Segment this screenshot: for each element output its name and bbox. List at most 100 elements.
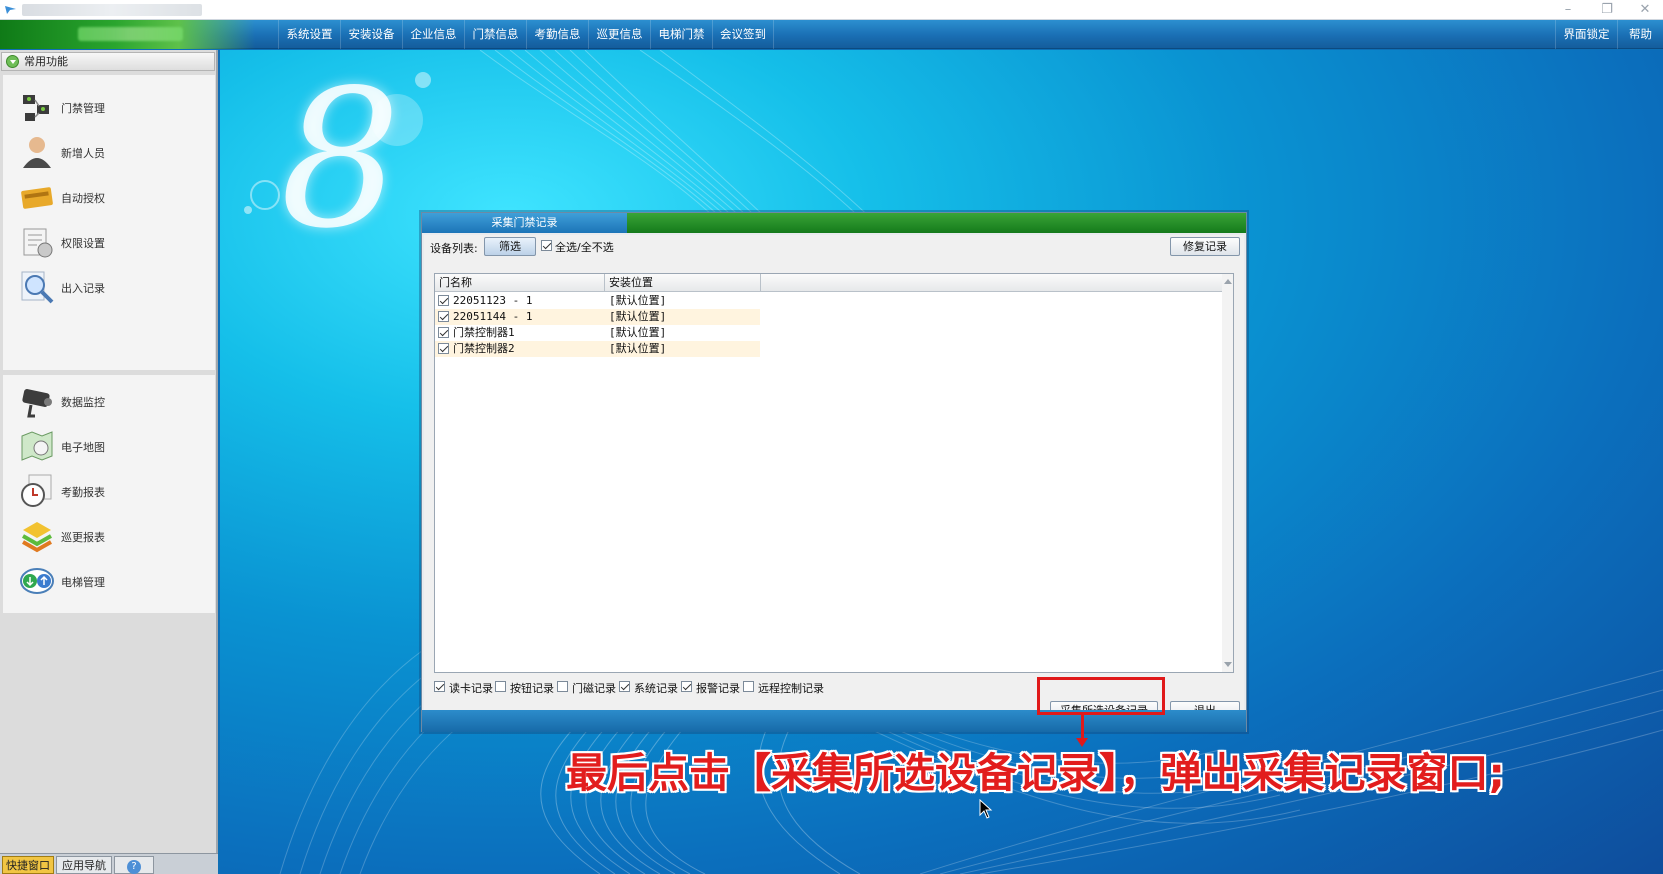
clock-icon — [21, 474, 52, 507]
sidebar-item-monitor[interactable]: 数据监控 — [13, 381, 203, 421]
table-row[interactable]: 22051144 - 1 [默认位置] — [435, 309, 760, 325]
select-all-label: 全选/全不选 — [555, 241, 614, 254]
maximize-button[interactable]: ❐ — [1592, 1, 1622, 19]
record-type-alarm-checkbox[interactable] — [681, 681, 692, 692]
sidebar-label: 考勤报表 — [61, 486, 105, 499]
record-type-remote-checkbox[interactable] — [743, 681, 754, 692]
select-all-checkbox[interactable] — [541, 240, 552, 251]
filter-button[interactable]: 筛选 — [484, 237, 536, 256]
row-door-name: 22051144 - 1 — [453, 310, 533, 323]
sidebar-item-e-map[interactable]: 电子地图 — [13, 426, 203, 466]
elevator-icon — [20, 568, 54, 594]
dialog-body: 设备列表: 筛选 全选/全不选 修复记录 门名称 安装位置 22051123 -… — [424, 235, 1244, 720]
record-type-card-label: 读卡记录 — [449, 682, 493, 695]
mouse-cursor-icon — [979, 799, 993, 819]
column-install-location[interactable]: 安装位置 — [605, 274, 761, 292]
close-button[interactable]: ✕ — [1630, 1, 1660, 19]
row-checkbox[interactable] — [438, 311, 449, 322]
sidebar-label: 门禁管理 — [61, 102, 105, 115]
permission-icon — [23, 228, 53, 258]
sidebar-label: 数据监控 — [61, 396, 105, 409]
tab-help[interactable]: ? — [114, 856, 154, 874]
menu-attendance-info[interactable]: 考勤信息 — [526, 20, 588, 49]
brand-logo-blurred — [78, 27, 183, 41]
sidebar-item-access-records[interactable]: 出入记录 — [13, 267, 203, 307]
device-list-label: 设备列表: — [430, 242, 478, 255]
sidebar-item-add-person[interactable]: 新增人员 — [13, 132, 203, 172]
minimize-button[interactable]: – — [1553, 1, 1583, 19]
repair-records-button[interactable]: 修复记录 — [1170, 237, 1240, 256]
record-type-door-sensor-label: 门磁记录 — [572, 682, 616, 695]
sidebar-item-patrol-report[interactable]: 巡更报表 — [13, 516, 203, 556]
row-checkbox[interactable] — [438, 295, 449, 306]
device-list-header: 门名称 安装位置 — [435, 274, 1223, 292]
menu-meeting-signin[interactable]: 会议签到 — [712, 20, 774, 49]
row-location: [默认位置] — [609, 294, 667, 307]
window-title-blurred — [22, 4, 202, 16]
menu-bar: 系统设置 安装设备 企业信息 门禁信息 考勤信息 巡更信息 电梯门禁 会议签到 … — [0, 20, 1663, 49]
title-bar: – ❐ ✕ — [0, 0, 1663, 20]
scroll-down-icon[interactable] — [1224, 662, 1232, 667]
card-icon — [21, 187, 53, 209]
record-type-card-checkbox[interactable] — [434, 681, 445, 692]
record-type-system-checkbox[interactable] — [619, 681, 630, 692]
row-door-name: 门禁控制器1 — [453, 326, 515, 339]
sidebar-label: 巡更报表 — [61, 531, 105, 544]
camera-icon — [22, 389, 52, 418]
row-door-name: 门禁控制器2 — [453, 342, 515, 355]
collapse-toggle-icon[interactable] — [6, 55, 19, 68]
sidebar-item-permission[interactable]: 权限设置 — [13, 222, 203, 262]
highlight-box — [1037, 677, 1165, 715]
menu-install-device[interactable]: 安装设备 — [340, 20, 402, 49]
sidebar-label: 电梯管理 — [61, 576, 105, 589]
column-door-name[interactable]: 门名称 — [435, 274, 605, 292]
menu-system-settings[interactable]: 系统设置 — [278, 20, 340, 49]
record-type-remote-label: 远程控制记录 — [758, 682, 824, 695]
record-type-alarm-label: 报警记录 — [696, 682, 740, 695]
sidebar-item-attendance-report[interactable]: 考勤报表 — [13, 471, 203, 511]
table-row[interactable]: 门禁控制器2 [默认位置] — [435, 341, 760, 357]
sidebar: 常用功能 门禁管理 新增人员 自动授权 权限设置 出入记录 数据监控 电子地图 … — [0, 50, 218, 853]
record-type-button-label: 按钮记录 — [510, 682, 554, 695]
menu-lock-screen[interactable]: 界面锁定 — [1555, 20, 1617, 49]
app-icon — [5, 6, 16, 14]
menu-access-info[interactable]: 门禁信息 — [464, 20, 526, 49]
door-access-icon — [23, 95, 49, 121]
scroll-up-icon[interactable] — [1224, 279, 1232, 284]
table-row[interactable]: 门禁控制器1 [默认位置] — [435, 325, 760, 341]
menu-elevator-access[interactable]: 电梯门禁 — [650, 20, 712, 49]
sidebar-group-reports: 数据监控 电子地图 考勤报表 巡更报表 电梯管理 — [3, 375, 215, 613]
sidebar-group-common: 门禁管理 新增人员 自动授权 权限设置 出入记录 — [3, 75, 215, 370]
record-type-door-sensor-checkbox[interactable] — [557, 681, 568, 692]
row-door-name: 22051123 - 1 — [453, 294, 533, 307]
tab-collect-access-records[interactable]: 采集门禁记录 — [422, 213, 627, 233]
sidebar-label: 自动授权 — [61, 192, 105, 205]
sidebar-label: 出入记录 — [61, 282, 105, 295]
menu-patrol-info[interactable]: 巡更信息 — [588, 20, 650, 49]
desktop-logo-digit: 8 — [280, 50, 401, 270]
collect-records-dialog: 采集门禁记录 设备列表: 筛选 全选/全不选 修复记录 门名称 安装位置 220… — [421, 212, 1247, 732]
tab-quick-window[interactable]: 快捷窗口 — [2, 856, 54, 874]
tab-app-navigation[interactable]: 应用导航 — [56, 856, 112, 874]
sidebar-header[interactable]: 常用功能 — [1, 52, 215, 71]
row-checkbox[interactable] — [438, 343, 449, 354]
sidebar-item-door-access[interactable]: 门禁管理 — [13, 87, 203, 127]
sidebar-label: 权限设置 — [61, 237, 105, 250]
menu-help[interactable]: 帮助 — [1617, 20, 1663, 49]
arrow-down-icon — [1076, 738, 1088, 747]
row-location: [默认位置] — [609, 310, 667, 323]
record-type-button-checkbox[interactable] — [495, 681, 506, 692]
brand-strip — [0, 20, 255, 49]
menu-company-info[interactable]: 企业信息 — [402, 20, 464, 49]
row-checkbox[interactable] — [438, 327, 449, 338]
sidebar-item-elevator[interactable]: 电梯管理 — [13, 561, 203, 601]
device-list[interactable]: 门名称 安装位置 22051123 - 1 [默认位置] 22051144 - … — [434, 273, 1234, 673]
instruction-caption: 最后点击【采集所选设备记录】，弹出采集记录窗口; — [566, 749, 1505, 797]
row-location: [默认位置] — [609, 342, 667, 355]
dialog-tab-bar: 采集门禁记录 — [422, 213, 1246, 233]
list-scrollbar[interactable] — [1222, 274, 1233, 672]
magnifier-icon — [21, 271, 54, 304]
sidebar-item-auto-authorize[interactable]: 自动授权 — [13, 177, 203, 217]
table-row[interactable]: 22051123 - 1 [默认位置] — [435, 293, 760, 309]
map-icon — [21, 431, 53, 461]
